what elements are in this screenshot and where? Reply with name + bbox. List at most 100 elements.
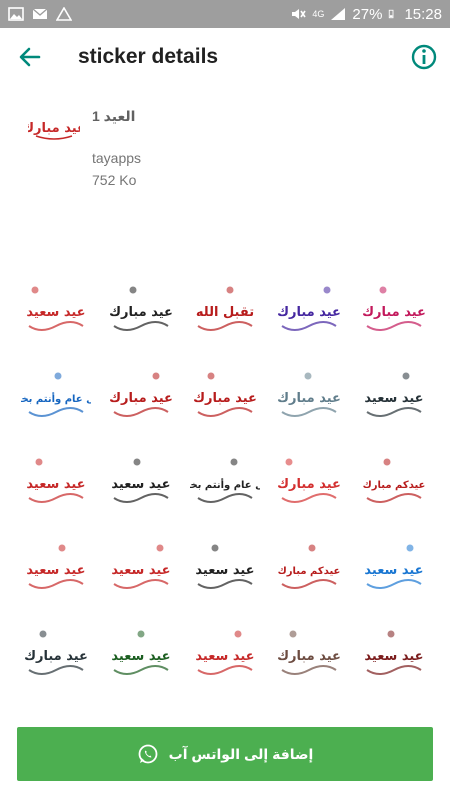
sticker-text: كل عام وأنتم بخير [190, 478, 260, 491]
sticker-image: عيد مبارك [193, 372, 257, 417]
sticker-image: عيد سعيد [27, 286, 86, 331]
sticker-image: عيد سعيد [364, 372, 423, 417]
pack-header: عيد مبارك العيد 1 tayapps 752 Ko [0, 86, 450, 246]
sticker-text: عيد سعيد [111, 563, 170, 578]
sticker-image: عيد سعيد [195, 630, 255, 675]
sticker-image: عيد سعيد [111, 544, 170, 589]
sticker-text: عيد سعيد [195, 649, 254, 664]
sticker-image: عيدكم مبارك [278, 544, 341, 589]
whatsapp-icon [138, 744, 158, 764]
add-button-label: إضافة إلى الواتس آب [168, 745, 314, 762]
sticker-image: عيد مبارك [109, 286, 173, 331]
sticker-text: عيد سعيد [195, 563, 254, 578]
sticker-text: عيد مبارك [24, 649, 88, 664]
sticker-image: كل عام وأنتم بخير [21, 372, 91, 417]
sticker-image: عيد مبارك [277, 458, 341, 503]
battery-icon [389, 9, 394, 19]
sticker-grid: عيد سعيد عيد مبارك تقبل الله عيد مبارك عيد م… [14, 268, 436, 698]
app-bar: sticker details [0, 28, 450, 86]
back-button[interactable] [0, 28, 60, 86]
pack-author: tayapps [92, 150, 142, 166]
sticker-text: عيد سعيد [111, 649, 170, 664]
warning-icon [56, 7, 72, 21]
sticker-text: كل عام وأنتم بخير [21, 392, 91, 405]
sticker-image: عيد مبارك [24, 630, 88, 675]
sticker-text: عيد سعيد [364, 391, 423, 406]
sticker-item[interactable]: عيد مبارك [98, 354, 182, 440]
sticker-text: تقبل الله [196, 305, 254, 320]
pack-name: العيد 1 [92, 108, 136, 124]
sticker-item[interactable]: عيدكم مبارك [267, 526, 351, 612]
image-icon [8, 7, 24, 21]
sticker-image: عيد مبارك [277, 630, 341, 675]
sticker-image: عيد مبارك [277, 372, 341, 417]
signal-icon [331, 8, 346, 20]
sticker-image: عيد سعيد [111, 458, 170, 503]
sticker-image: عيد مبارك [362, 286, 426, 331]
sticker-text: عيد سعيد [364, 649, 423, 664]
sticker-text: عيد مبارك [362, 305, 426, 320]
sticker-image: عيد مبارك [109, 372, 173, 417]
sticker-image: عيد سعيد [364, 630, 423, 675]
sticker-item[interactable]: عيد مبارك [98, 268, 182, 354]
sticker-image: تقبل الله [196, 286, 254, 331]
sticker-text: عيد سعيد [111, 477, 170, 492]
sticker-item[interactable]: عيد مبارك [267, 268, 351, 354]
sticker-item[interactable]: عيد سعيد [98, 612, 182, 698]
sticker-item[interactable]: تقبل الله [183, 268, 267, 354]
arrow-back-icon [19, 47, 41, 67]
sticker-item[interactable]: عيد مبارك [267, 612, 351, 698]
sticker-item[interactable]: عيد سعيد [183, 612, 267, 698]
sticker-image: كل عام وأنتم بخير [190, 458, 260, 503]
battery-percent: 27% [352, 5, 383, 23]
sticker-item[interactable]: عيد مبارك [267, 354, 351, 440]
sticker-image: عيد سعيد [364, 544, 423, 589]
mail-icon [32, 8, 48, 19]
sticker-text: عيد مبارك [277, 477, 341, 492]
add-to-whatsapp-button[interactable]: إضافة إلى الواتس آب [17, 727, 433, 781]
sticker-text: عيد مبارك [277, 649, 341, 664]
pack-size: 752 Ko [92, 172, 137, 188]
sticker-image: عيدكم مبارك [362, 458, 425, 503]
sticker-text: عيد سعيد [27, 477, 86, 492]
sticker-item[interactable]: عيد مبارك [352, 268, 436, 354]
sticker-text: عيد مبارك [109, 305, 173, 320]
sticker-item[interactable]: عيد مبارك [183, 354, 267, 440]
sticker-image: عيد مبارك [277, 286, 341, 331]
pack-icon-text: عيد مبارك [28, 121, 80, 136]
sticker-item[interactable]: كل عام وأنتم بخير [183, 440, 267, 526]
sticker-item[interactable]: كل عام وأنتم بخير [14, 354, 98, 440]
sticker-text: عيد مبارك [193, 391, 257, 406]
sticker-image: عيد سعيد [27, 458, 86, 503]
sticker-text: عيد سعيد [364, 563, 423, 578]
sticker-text: عيد سعيد [27, 305, 86, 320]
sticker-image: عيد سعيد [27, 544, 86, 589]
sticker-item[interactable]: عيد مبارك [267, 440, 351, 526]
sticker-item[interactable]: عيدكم مبارك [352, 440, 436, 526]
sticker-item[interactable]: عيد سعيد [14, 440, 98, 526]
mute-icon [292, 9, 307, 19]
sticker-item[interactable]: عيد سعيد [352, 612, 436, 698]
sticker-text: عيدكم مبارك [362, 480, 425, 491]
pack-tray-icon: عيد مبارك [28, 121, 80, 140]
clock: 15:28 [404, 5, 442, 23]
sticker-item[interactable]: عيد سعيد [98, 526, 182, 612]
status-bar: 4G 27% 15:28 [0, 0, 450, 28]
sticker-item[interactable]: عيد مبارك [14, 612, 98, 698]
sticker-item[interactable]: عيد سعيد [352, 354, 436, 440]
sticker-text: عيد سعيد [27, 563, 86, 578]
page-title: sticker details [78, 45, 219, 68]
sticker-text: عيد مبارك [277, 305, 341, 320]
info-icon[interactable] [408, 41, 440, 73]
sticker-image: عيد سعيد [111, 630, 170, 675]
sticker-item[interactable]: عيد سعيد [14, 526, 98, 612]
network-type: 4G [312, 9, 325, 19]
sticker-item[interactable]: عيد سعيد [98, 440, 182, 526]
sticker-item[interactable]: عيد سعيد [183, 526, 267, 612]
sticker-item[interactable]: عيد سعيد [14, 268, 98, 354]
sticker-item[interactable]: عيد سعيد [352, 526, 436, 612]
sticker-text: عيدكم مبارك [278, 566, 341, 577]
sticker-text: عيد مبارك [109, 391, 173, 406]
sticker-text: عيد مبارك [277, 391, 341, 406]
sticker-image: عيد سعيد [195, 544, 255, 589]
